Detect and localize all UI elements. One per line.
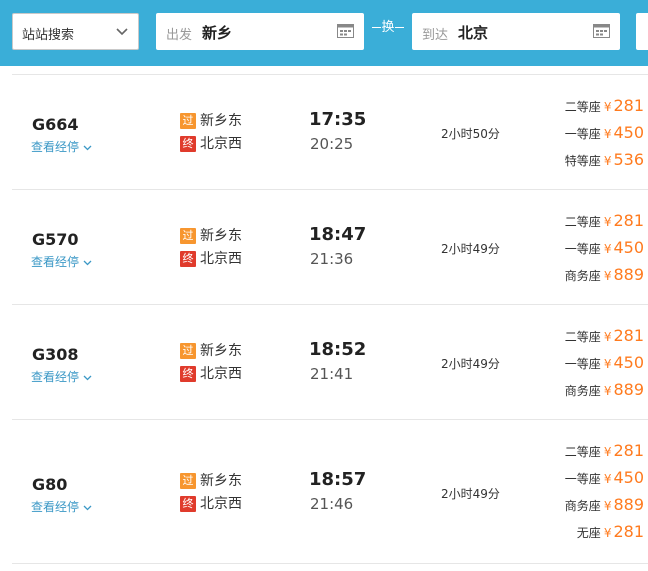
calendar-icon[interactable] (337, 24, 354, 38)
arrive-time: 21:41 (310, 365, 354, 383)
end-tag: 终 (180, 136, 196, 152)
from-station-name: 新乡东 (200, 228, 242, 244)
train-row[interactable]: G570 查看经停 过新乡东 终北京西 18:47 21:36 2小时49分 二… (12, 189, 648, 304)
train-number[interactable]: G308 (32, 345, 79, 364)
fare-item[interactable]: 无座 ¥281 (577, 522, 644, 541)
chevron-down-icon (83, 145, 92, 150)
train-number[interactable]: G664 (32, 115, 79, 134)
fare-item[interactable]: 二等座 ¥281 (565, 96, 644, 115)
from-station-name: 新乡东 (200, 343, 242, 359)
fare-item[interactable]: 商务座 ¥889 (565, 495, 644, 514)
to-station-name: 北京西 (200, 496, 242, 512)
arrive-time: 21:46 (310, 495, 354, 513)
fare-item[interactable]: 二等座 ¥281 (565, 211, 644, 230)
to-city-value: 北京 (458, 24, 489, 42)
to-station: 终北京西 (180, 496, 242, 512)
to-station-name: 北京西 (200, 366, 242, 382)
from-city-field[interactable]: 出发 新乡 (156, 13, 364, 50)
fare-item[interactable]: 商务座 ¥889 (565, 265, 644, 284)
search-button[interactable] (636, 13, 648, 50)
train-row[interactable]: G80 查看经停 过新乡东 终北京西 18:57 21:46 2小时49分 二等… (12, 419, 648, 564)
duration: 2小时50分 (441, 127, 500, 141)
pass-tag: 过 (180, 228, 196, 244)
fare-item[interactable]: 二等座 ¥281 (565, 326, 644, 345)
to-label: 到达 (422, 28, 449, 43)
pass-tag: 过 (180, 473, 196, 489)
end-tag: 终 (180, 251, 196, 267)
from-station-name: 新乡东 (200, 473, 242, 489)
fare-item[interactable]: 一等座 ¥450 (565, 353, 644, 372)
train-row[interactable]: G664 查看经停 过新乡东 终北京西 17:35 20:25 2小时50分 二… (12, 74, 648, 189)
arrive-time: 21:36 (310, 250, 354, 268)
swap-label: 换 (381, 20, 395, 35)
search-bar: 站站搜索 出发 新乡 换 到达 北京 (0, 0, 648, 66)
train-list: G664 查看经停 过新乡东 终北京西 17:35 20:25 2小时50分 二… (12, 74, 648, 564)
depart-time: 18:57 (309, 469, 367, 490)
to-station: 终北京西 (180, 251, 242, 267)
pass-tag: 过 (180, 113, 196, 129)
from-station: 过新乡东 (180, 343, 242, 359)
end-tag: 终 (180, 366, 196, 382)
arrive-time: 20:25 (310, 135, 354, 153)
calendar-icon[interactable] (593, 24, 610, 38)
from-label: 出发 (166, 28, 193, 43)
to-station: 终北京西 (180, 366, 242, 382)
chevron-down-icon (83, 505, 92, 510)
duration: 2小时49分 (441, 487, 500, 501)
depart-time: 18:52 (309, 339, 367, 360)
chevron-down-icon (83, 375, 92, 380)
pass-tag: 过 (180, 343, 196, 359)
view-stops-link[interactable]: 查看经停 (31, 368, 92, 385)
depart-time: 17:35 (309, 109, 367, 130)
view-stops-link[interactable]: 查看经停 (31, 498, 92, 515)
from-station: 过新乡东 (180, 228, 242, 244)
to-station-name: 北京西 (200, 251, 242, 267)
to-city-field[interactable]: 到达 北京 (412, 13, 620, 50)
from-station-name: 新乡东 (200, 113, 242, 129)
fare-item[interactable]: 特等座 ¥536 (565, 150, 644, 169)
view-stops-link[interactable]: 查看经停 (31, 138, 92, 155)
from-station: 过新乡东 (180, 113, 242, 129)
train-row[interactable]: G308 查看经停 过新乡东 终北京西 18:52 21:41 2小时49分 二… (12, 304, 648, 419)
fare-item[interactable]: 二等座 ¥281 (565, 441, 644, 460)
fare-item[interactable]: 一等座 ¥450 (565, 238, 644, 257)
chevron-down-icon (116, 28, 128, 36)
fare-item[interactable]: 一等座 ¥450 (565, 468, 644, 487)
swap-cities-button[interactable]: 换 (364, 16, 412, 35)
search-type-select[interactable]: 站站搜索 (12, 13, 139, 50)
train-number[interactable]: G80 (32, 475, 67, 494)
train-number[interactable]: G570 (32, 230, 79, 249)
duration: 2小时49分 (441, 242, 500, 256)
fare-item[interactable]: 商务座 ¥889 (565, 380, 644, 399)
fare-item[interactable]: 一等座 ¥450 (565, 123, 644, 142)
from-station: 过新乡东 (180, 473, 242, 489)
depart-time: 18:47 (309, 224, 367, 245)
to-station: 终北京西 (180, 136, 242, 152)
chevron-down-icon (83, 260, 92, 265)
end-tag: 终 (180, 496, 196, 512)
search-type-value: 站站搜索 (22, 28, 75, 43)
to-station-name: 北京西 (200, 136, 242, 152)
duration: 2小时49分 (441, 357, 500, 371)
from-city-value: 新乡 (202, 24, 233, 42)
view-stops-link[interactable]: 查看经停 (31, 253, 92, 270)
